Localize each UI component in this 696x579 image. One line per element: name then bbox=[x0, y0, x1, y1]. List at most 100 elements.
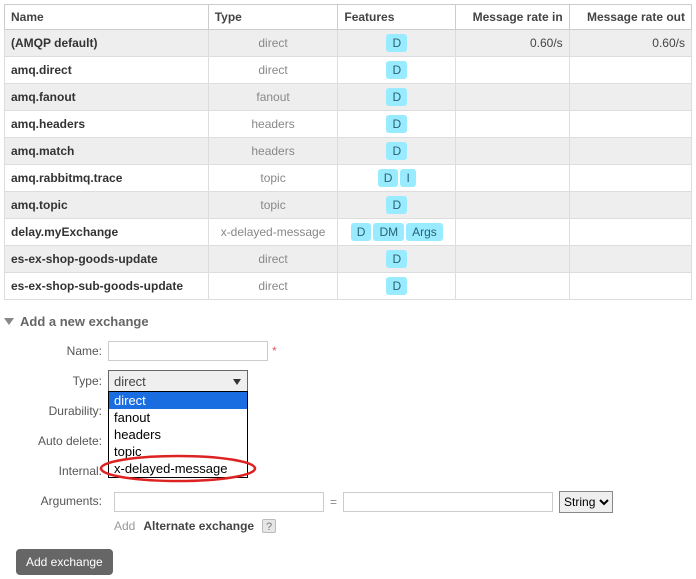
alternate-exchange-link[interactable]: Alternate exchange bbox=[143, 519, 254, 533]
exchange-type: headers bbox=[208, 138, 338, 165]
rate-in bbox=[456, 84, 569, 111]
internal-label: Internal: bbox=[10, 464, 108, 478]
exchange-name[interactable]: delay.myExchange bbox=[5, 219, 209, 246]
exchange-features: D bbox=[338, 246, 456, 273]
exchange-name[interactable]: amq.rabbitmq.trace bbox=[5, 165, 209, 192]
table-row: amq.fanoutfanout D bbox=[5, 84, 692, 111]
feature-badge: D bbox=[386, 115, 407, 133]
rate-in bbox=[456, 165, 569, 192]
col-name[interactable]: Name bbox=[5, 5, 209, 30]
add-exchange-form: Name: * Type: direct directfanoutheaders… bbox=[10, 339, 692, 575]
rate-out bbox=[569, 111, 691, 138]
feature-badge: D bbox=[386, 250, 407, 268]
type-option[interactable]: direct bbox=[109, 392, 247, 409]
exchange-type: direct bbox=[208, 273, 338, 300]
exchange-features: DDMArgs bbox=[338, 219, 456, 246]
rate-in bbox=[456, 192, 569, 219]
rate-in bbox=[456, 219, 569, 246]
argument-type-select[interactable]: String bbox=[559, 491, 613, 513]
exchange-type: direct bbox=[208, 246, 338, 273]
type-option[interactable]: topic bbox=[109, 443, 247, 460]
type-option[interactable]: headers bbox=[109, 426, 247, 443]
exchange-type: headers bbox=[208, 111, 338, 138]
rate-out bbox=[569, 165, 691, 192]
type-select[interactable]: direct bbox=[108, 370, 248, 392]
rate-in bbox=[456, 138, 569, 165]
feature-badge: D bbox=[386, 277, 407, 295]
feature-badge: D bbox=[386, 34, 407, 52]
exchange-name[interactable]: amq.headers bbox=[5, 111, 209, 138]
exchange-features: DI bbox=[338, 165, 456, 192]
rate-in: 0.60/s bbox=[456, 30, 569, 57]
table-row: (AMQP default)direct D 0.60/s0.60/s bbox=[5, 30, 692, 57]
exchanges-table: Name Type Features Message rate in Messa… bbox=[4, 4, 692, 300]
durability-label: Durability: bbox=[10, 404, 108, 418]
feature-badge: DM bbox=[373, 223, 404, 241]
exchange-type: x-delayed-message bbox=[208, 219, 338, 246]
rate-out bbox=[569, 219, 691, 246]
col-rate-out[interactable]: Message rate out bbox=[569, 5, 691, 30]
exchange-features: D bbox=[338, 30, 456, 57]
equals-sign: = bbox=[330, 495, 337, 509]
required-marker: * bbox=[272, 344, 277, 358]
arguments-label: Arguments: bbox=[10, 494, 108, 508]
exchange-name[interactable]: amq.match bbox=[5, 138, 209, 165]
add-argument-link[interactable]: Add bbox=[114, 519, 135, 533]
feature-badge: Args bbox=[406, 223, 443, 241]
exchange-features: D bbox=[338, 84, 456, 111]
rate-out bbox=[569, 273, 691, 300]
exchange-name[interactable]: (AMQP default) bbox=[5, 30, 209, 57]
exchange-name[interactable]: amq.direct bbox=[5, 57, 209, 84]
exchange-type: topic bbox=[208, 165, 338, 192]
feature-badge: D bbox=[378, 169, 399, 187]
exchange-name[interactable]: es-ex-shop-goods-update bbox=[5, 246, 209, 273]
table-row: es-ex-shop-sub-goods-updatedirect D bbox=[5, 273, 692, 300]
rate-out bbox=[569, 57, 691, 84]
add-exchange-section-toggle[interactable]: Add a new exchange bbox=[4, 314, 692, 329]
exchange-type: direct bbox=[208, 57, 338, 84]
rate-out bbox=[569, 246, 691, 273]
exchange-name[interactable]: es-ex-shop-sub-goods-update bbox=[5, 273, 209, 300]
table-row: delay.myExchangex-delayed-messageDDMArgs bbox=[5, 219, 692, 246]
rate-in bbox=[456, 273, 569, 300]
feature-badge: D bbox=[351, 223, 372, 241]
exchange-type: topic bbox=[208, 192, 338, 219]
argument-value-input[interactable] bbox=[343, 492, 553, 512]
name-input[interactable] bbox=[108, 341, 268, 361]
col-features: Features bbox=[338, 5, 456, 30]
exchange-features: D bbox=[338, 111, 456, 138]
col-rate-in[interactable]: Message rate in bbox=[456, 5, 569, 30]
exchange-name[interactable]: amq.topic bbox=[5, 192, 209, 219]
exchange-features: D bbox=[338, 192, 456, 219]
add-exchange-button[interactable]: Add exchange bbox=[16, 549, 113, 575]
exchange-features: D bbox=[338, 138, 456, 165]
table-row: amq.matchheaders D bbox=[5, 138, 692, 165]
rate-in bbox=[456, 57, 569, 84]
auto-delete-label: Auto delete: bbox=[10, 434, 108, 448]
rate-out bbox=[569, 138, 691, 165]
table-row: es-ex-shop-goods-updatedirect D bbox=[5, 246, 692, 273]
table-row: amq.headersheaders D bbox=[5, 111, 692, 138]
type-option[interactable]: x-delayed-message bbox=[109, 460, 247, 477]
feature-badge: D bbox=[386, 61, 407, 79]
chevron-down-icon bbox=[4, 318, 14, 325]
exchange-features: D bbox=[338, 57, 456, 84]
section-title: Add a new exchange bbox=[20, 314, 149, 329]
col-type[interactable]: Type bbox=[208, 5, 338, 30]
rate-out bbox=[569, 84, 691, 111]
type-select-dropdown[interactable]: directfanoutheaderstopicx-delayed-messag… bbox=[108, 391, 248, 478]
exchange-type: direct bbox=[208, 30, 338, 57]
feature-badge: D bbox=[386, 142, 407, 160]
argument-key-input[interactable] bbox=[114, 492, 324, 512]
help-icon[interactable]: ? bbox=[262, 519, 276, 533]
type-select-value: direct bbox=[114, 374, 146, 389]
feature-badge: D bbox=[386, 196, 407, 214]
table-row: amq.topictopic D bbox=[5, 192, 692, 219]
rate-out bbox=[569, 192, 691, 219]
exchange-name[interactable]: amq.fanout bbox=[5, 84, 209, 111]
rate-out: 0.60/s bbox=[569, 30, 691, 57]
type-option[interactable]: fanout bbox=[109, 409, 247, 426]
exchange-type: fanout bbox=[208, 84, 338, 111]
feature-badge: D bbox=[386, 88, 407, 106]
table-row: amq.directdirect D bbox=[5, 57, 692, 84]
